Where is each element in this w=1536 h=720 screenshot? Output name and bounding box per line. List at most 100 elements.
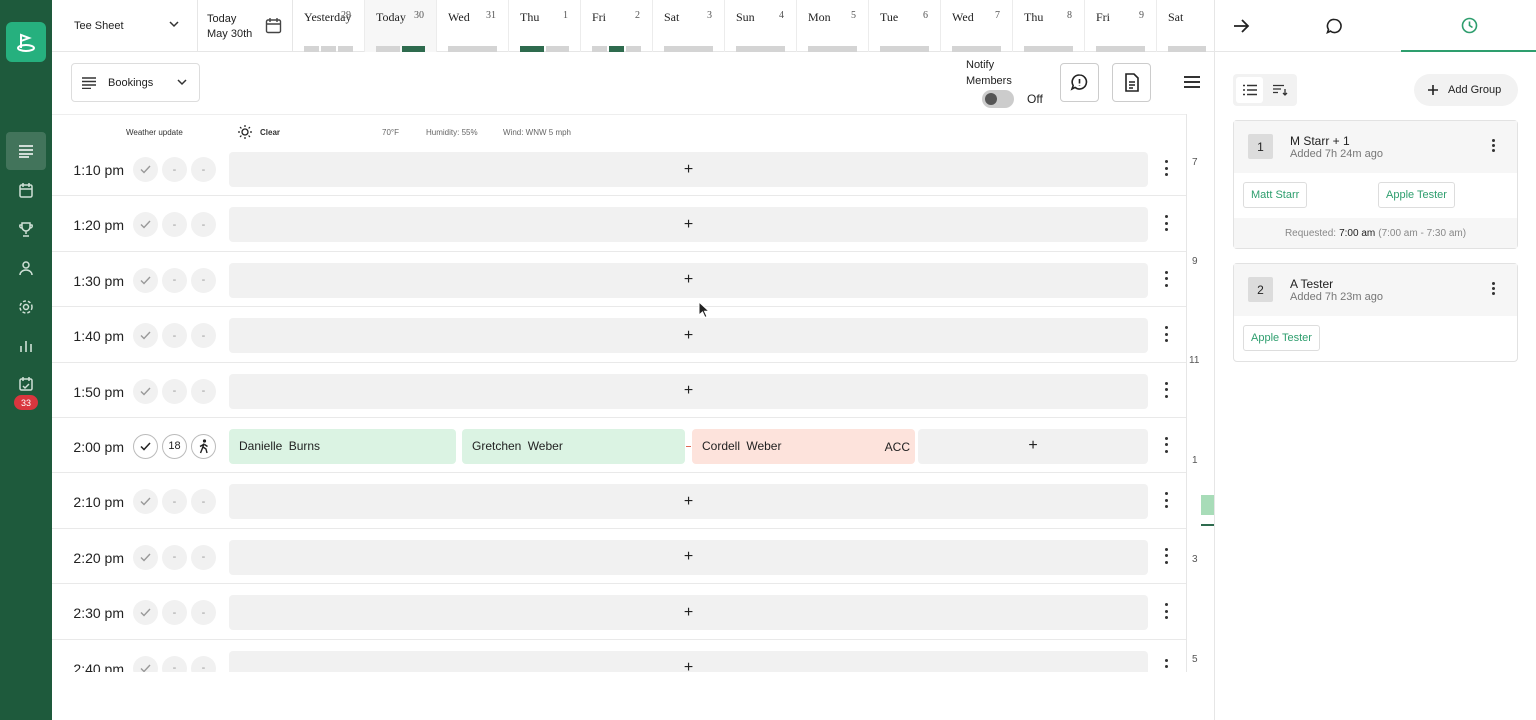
more-options-icon[interactable] <box>1492 282 1495 295</box>
day-tab-current[interactable]: Today 30 <box>365 0 437 52</box>
menu-icon[interactable] <box>1183 74 1201 90</box>
add-booking-button[interactable]: + <box>229 484 1148 520</box>
hour-ruler[interactable]: 7 9 11 1 3 5 <box>1186 114 1214 672</box>
holes-badge[interactable]: 18 <box>162 433 187 459</box>
check-in-icon[interactable] <box>133 600 158 626</box>
add-booking-button[interactable]: + <box>229 318 1148 354</box>
more-options-icon[interactable] <box>1165 326 1169 343</box>
check-in-icon[interactable] <box>133 489 158 515</box>
add-booking-button[interactable]: + <box>229 152 1148 187</box>
transport-button[interactable]: - <box>191 544 216 570</box>
clock-icon[interactable] <box>1401 0 1536 52</box>
day-tab[interactable]: Wed 31 <box>437 0 509 52</box>
today-date-picker[interactable]: Today May 30th <box>198 0 293 52</box>
more-options-icon[interactable] <box>1165 658 1169 672</box>
waitlist-group[interactable]: 2 A Tester Added 7h 23m ago Apple Tester <box>1233 263 1518 362</box>
player-slot[interactable]: Danielle Burns <box>229 428 456 464</box>
day-tab[interactable]: Sat <box>1157 0 1206 52</box>
add-booking-button[interactable]: + <box>229 595 1148 631</box>
arrow-right-icon[interactable] <box>1215 0 1267 52</box>
check-in-icon[interactable] <box>133 267 158 293</box>
transport-button[interactable]: - <box>191 267 216 293</box>
check-in-icon[interactable] <box>133 157 158 182</box>
check-in-icon[interactable] <box>133 323 158 349</box>
transport-button[interactable]: - <box>191 323 216 349</box>
transport-button[interactable]: - <box>191 655 216 672</box>
transport-button[interactable]: - <box>191 489 216 515</box>
trophy-icon[interactable] <box>0 210 52 248</box>
walking-icon[interactable] <box>191 433 216 459</box>
player-slot[interactable]: Gretchen Weber <box>462 428 685 464</box>
tee-sheet-icon[interactable] <box>0 132 52 170</box>
list-icon[interactable] <box>1236 77 1263 103</box>
check-in-icon[interactable] <box>133 378 158 404</box>
holes-button[interactable]: - <box>162 544 187 570</box>
day-tab[interactable]: Thu 8 <box>1013 0 1085 52</box>
day-name: Thu <box>520 10 540 24</box>
tee-time: 2:20 pm <box>73 549 124 566</box>
holes-button[interactable]: - <box>162 378 187 404</box>
check-in-icon[interactable] <box>133 544 158 570</box>
add-group-button[interactable]: Add Group <box>1414 74 1518 106</box>
holes-button[interactable]: - <box>162 489 187 515</box>
sort-icon[interactable] <box>1267 77 1294 103</box>
day-tab[interactable]: Yesterday 29 <box>293 0 365 52</box>
add-booking-button[interactable]: + <box>229 262 1148 298</box>
member-chip[interactable]: Apple Tester <box>1243 325 1320 351</box>
holes-button[interactable]: - <box>162 157 187 182</box>
add-booking-button[interactable]: + <box>229 650 1148 672</box>
more-options-icon[interactable] <box>1165 215 1169 232</box>
add-booking-button[interactable]: + <box>229 207 1148 243</box>
more-options-icon[interactable] <box>1165 160 1169 176</box>
transport-button[interactable]: - <box>191 157 216 182</box>
holes-button[interactable]: - <box>162 655 187 672</box>
day-tab[interactable]: Sun 4 <box>725 0 797 52</box>
member-chip[interactable]: Matt Starr <box>1243 182 1308 208</box>
check-in-icon[interactable] <box>133 212 158 238</box>
day-tab[interactable]: Wed 7 <box>941 0 1013 52</box>
holes-button[interactable]: - <box>162 212 187 238</box>
add-booking-button[interactable]: + <box>229 373 1148 409</box>
gear-icon[interactable] <box>0 288 52 326</box>
view-selector[interactable]: Bookings <box>71 63 200 102</box>
holes-button[interactable]: - <box>162 267 187 293</box>
chevron-down-icon <box>177 79 187 86</box>
chat-icon[interactable] <box>1267 0 1401 52</box>
message-button[interactable] <box>1060 63 1099 102</box>
transport-button[interactable]: - <box>191 378 216 404</box>
day-tab[interactable]: Mon 5 <box>797 0 869 52</box>
player-slot-unpaid[interactable]: Cordell Weber ACC <box>692 428 915 464</box>
notify-members-toggle[interactable] <box>982 90 1014 108</box>
day-tab[interactable]: Thu 1 <box>509 0 581 52</box>
more-options-icon[interactable] <box>1165 436 1169 453</box>
transport-button[interactable]: - <box>191 212 216 238</box>
transport-button[interactable]: - <box>191 600 216 626</box>
holes-button[interactable]: - <box>162 323 187 349</box>
more-options-icon[interactable] <box>1165 603 1169 620</box>
day-tab[interactable]: Sat 3 <box>653 0 725 52</box>
check-in-icon[interactable] <box>133 433 158 459</box>
notify-line-2: Members <box>966 75 1012 87</box>
more-options-icon[interactable] <box>1165 270 1169 287</box>
chart-icon[interactable] <box>0 327 52 365</box>
check-in-icon[interactable] <box>133 655 158 672</box>
day-tab[interactable]: Fri 9 <box>1085 0 1157 52</box>
waitlist-group[interactable]: 1 M Starr + 1 Added 7h 24m ago Matt Star… <box>1233 120 1518 249</box>
user-icon[interactable] <box>0 249 52 287</box>
more-options-icon[interactable] <box>1165 492 1169 509</box>
more-options-icon[interactable] <box>1165 381 1169 398</box>
availability-bar <box>376 46 425 52</box>
calendar-icon[interactable] <box>0 171 52 209</box>
tee-sheet-selector[interactable]: Tee Sheet <box>52 0 198 52</box>
add-player-button[interactable]: + <box>918 428 1148 464</box>
holes-button[interactable]: - <box>162 600 187 626</box>
day-tab[interactable]: Fri 2 <box>581 0 653 52</box>
more-options-icon[interactable] <box>1492 139 1495 152</box>
more-options-icon[interactable] <box>1165 547 1169 564</box>
add-booking-button[interactable]: + <box>229 539 1148 575</box>
report-button[interactable] <box>1112 63 1151 102</box>
logo-icon[interactable] <box>6 22 46 62</box>
day-tab[interactable]: Tue 6 <box>869 0 941 52</box>
member-chip[interactable]: Apple Tester <box>1378 182 1455 208</box>
day-number: 8 <box>1067 10 1072 21</box>
